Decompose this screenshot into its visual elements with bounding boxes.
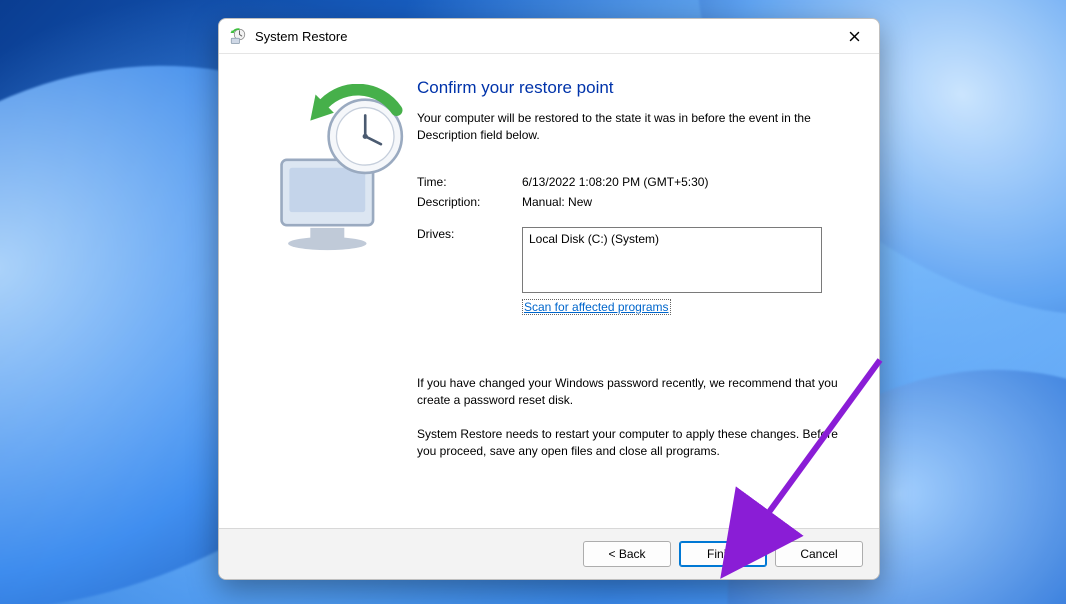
titlebar: System Restore	[219, 19, 879, 54]
time-value: 6/13/2022 1:08:20 PM (GMT+5:30)	[522, 175, 855, 189]
drives-item[interactable]: Local Disk (C:) (System)	[529, 232, 815, 246]
wizard-graphic-pane	[243, 78, 413, 520]
description-row: Description: Manual: New	[417, 195, 855, 209]
intro-text: Your computer will be restored to the st…	[417, 110, 855, 145]
drives-label: Drives:	[417, 227, 522, 241]
close-icon	[849, 31, 860, 42]
finish-button[interactable]: Finish	[679, 541, 767, 567]
dialog-body: Confirm your restore point Your computer…	[219, 54, 879, 528]
system-restore-window: System Restore	[218, 18, 880, 580]
drives-row: Drives: Local Disk (C:) (System)	[417, 227, 855, 293]
system-restore-icon	[229, 27, 247, 45]
content-pane: Confirm your restore point Your computer…	[413, 78, 855, 520]
desktop-wallpaper: System Restore	[0, 0, 1066, 604]
dialog-footer: < Back Finish Cancel	[219, 528, 879, 579]
cancel-button[interactable]: Cancel	[775, 541, 863, 567]
description-label: Description:	[417, 195, 522, 209]
drives-listbox[interactable]: Local Disk (C:) (System)	[522, 227, 822, 293]
restore-hero-icon	[258, 241, 428, 258]
page-heading: Confirm your restore point	[417, 78, 855, 98]
description-value: Manual: New	[522, 195, 855, 209]
restart-note: System Restore needs to restart your com…	[417, 426, 855, 461]
close-button[interactable]	[839, 24, 869, 48]
time-row: Time: 6/13/2022 1:08:20 PM (GMT+5:30)	[417, 175, 855, 189]
scan-link-row: Scan for affected programs	[417, 299, 855, 315]
window-title: System Restore	[255, 29, 839, 44]
back-button[interactable]: < Back	[583, 541, 671, 567]
scan-affected-programs-link[interactable]: Scan for affected programs	[522, 299, 671, 315]
time-label: Time:	[417, 175, 522, 189]
password-note: If you have changed your Windows passwor…	[417, 375, 855, 410]
